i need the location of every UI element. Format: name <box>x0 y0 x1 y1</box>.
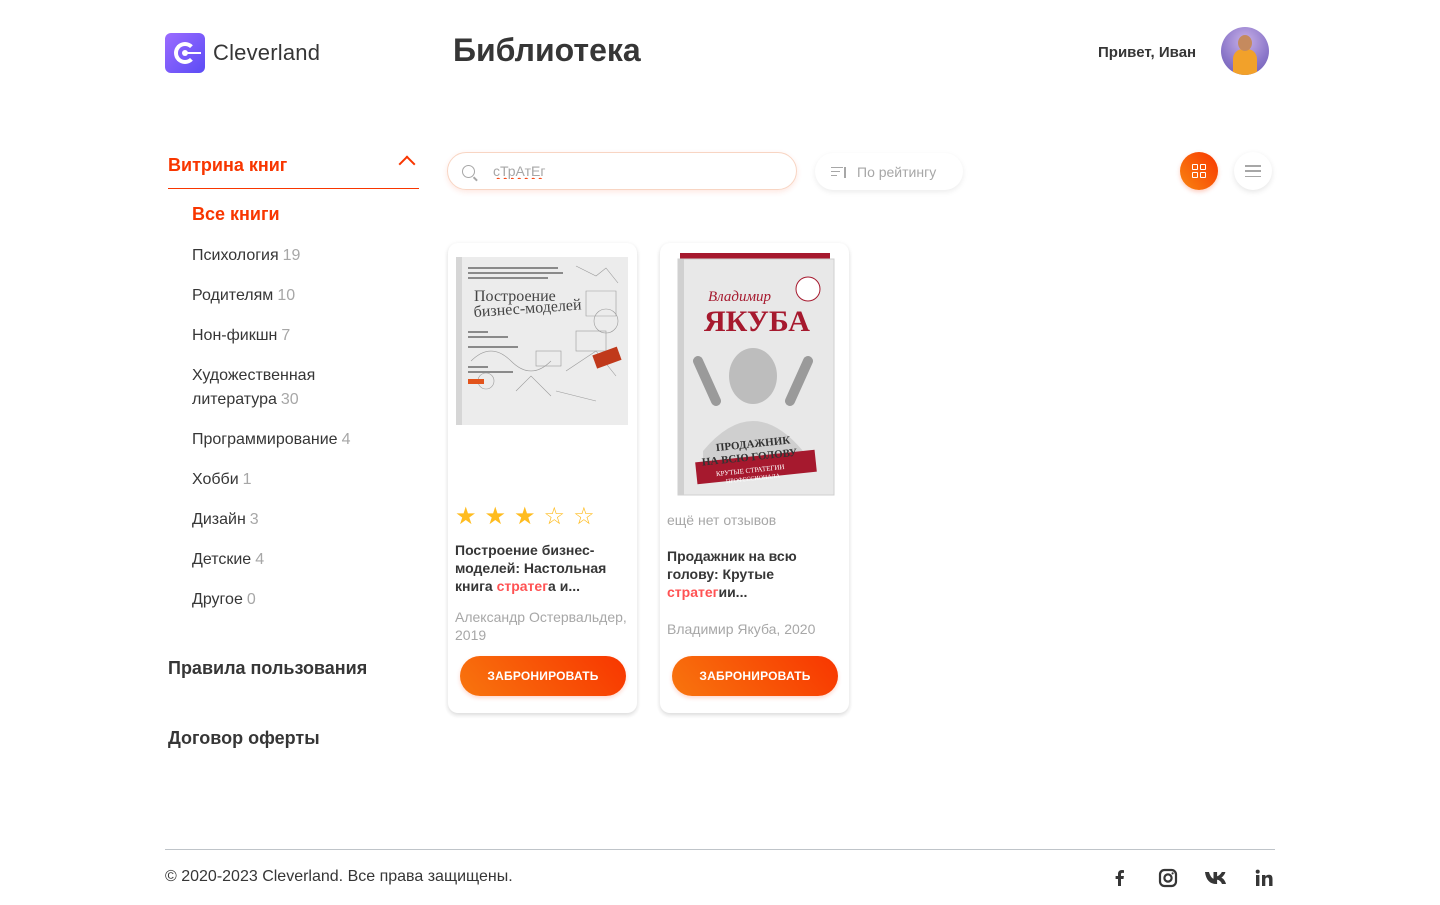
category-count: 0 <box>246 591 256 608</box>
book-button[interactable]: ЗАБРОНИРОВАТЬ <box>672 656 838 696</box>
category-item[interactable]: Хобби 1 <box>192 468 412 492</box>
sort-label: По рейтингу <box>857 163 937 180</box>
search-icon <box>462 164 475 178</box>
star-rating: ★ ★ ★ ☆ ☆ <box>455 505 595 529</box>
category-item[interactable]: Нон-фикшн 7 <box>192 324 412 348</box>
category-count: 30 <box>280 391 299 408</box>
category-item[interactable]: Другое 0 <box>192 588 412 612</box>
category-all-books[interactable]: Все книги <box>192 204 412 244</box>
logo-icon <box>165 33 205 73</box>
category-count: 10 <box>277 287 296 304</box>
category-label: Родителям <box>192 287 274 304</box>
book-card[interactable]: Построение бизнес-моделей ★ ★ ★ ☆ ☆ Построен… <box>448 243 637 713</box>
book-author: Владимир Якуба, 2020 <box>667 621 816 637</box>
category-label: Программирование <box>192 431 338 448</box>
book-card[interactable]: Владимир ЯКУБА ПРОДАЖНИК НА ВСЮ ГОЛОВУ К… <box>660 243 849 713</box>
list-icon <box>1245 165 1261 177</box>
search-bar[interactable] <box>447 152 797 190</box>
page-title: Библиотека <box>453 32 641 68</box>
copyright: © 2020-2023 Cleverland. Все права защище… <box>165 868 513 885</box>
category-item[interactable]: Детские 4 <box>192 548 412 572</box>
user-greeting[interactable]: Привет, Иван <box>1098 44 1196 61</box>
category-label: Нон-фикшн <box>192 327 278 344</box>
sidebar-offer-link[interactable]: Договор оферты <box>168 728 320 749</box>
instagram-icon[interactable] <box>1156 866 1180 890</box>
category-item[interactable]: Программирование 4 <box>192 428 412 452</box>
book-button[interactable]: ЗАБРОНИРОВАТЬ <box>460 656 626 696</box>
category-label: Детские <box>192 551 252 568</box>
category-label: Дизайн <box>192 511 246 528</box>
vk-icon[interactable] <box>1204 866 1228 890</box>
book-author: Александр Остервальдер, 2019 <box>455 609 627 643</box>
sidebar-showcase-toggle[interactable]: Витрина книг <box>168 150 419 189</box>
category-count: 4 <box>341 431 351 448</box>
category-label: Психология <box>192 247 279 264</box>
cover-author: ЯКУБА <box>704 305 810 338</box>
category-count: 1 <box>242 471 252 488</box>
category-count: 4 <box>255 551 265 568</box>
grid-icon <box>1192 164 1206 178</box>
category-list: Все книги Психология 19 Родителям 10 Нон-ф… <box>192 204 412 628</box>
sidebar-showcase-label: Витрина книг <box>168 155 288 175</box>
cover-author: Владимир <box>708 289 772 305</box>
book-title[interactable]: Продажник на всю голову: Крутые стратеги… <box>667 547 842 601</box>
star-filled-icon: ★ <box>455 503 477 530</box>
category-count: 19 <box>282 247 301 264</box>
social-links <box>1108 866 1276 890</box>
logo-text: Cleverland <box>213 40 321 65</box>
sidebar-rules-link[interactable]: Правила пользования <box>168 658 367 679</box>
chevron-up-icon <box>398 155 416 173</box>
category-count: 7 <box>281 327 291 344</box>
category-item[interactable]: Родителям 10 <box>192 284 412 308</box>
category-item[interactable]: Художественная литература 30 <box>192 364 342 412</box>
linkedin-icon[interactable] <box>1252 866 1276 890</box>
grid-view-button[interactable] <box>1180 152 1218 190</box>
search-input[interactable] <box>493 163 773 179</box>
no-reviews-label: ещё нет отзывов <box>667 512 777 528</box>
title-highlight: стратег <box>667 584 719 600</box>
logo[interactable]: Cleverland <box>165 33 320 73</box>
avatar[interactable] <box>1221 27 1269 75</box>
sort-button[interactable]: По рейтингу <box>815 153 963 190</box>
star-filled-icon: ★ <box>514 503 536 530</box>
facebook-icon[interactable] <box>1108 866 1132 890</box>
category-item[interactable]: Психология 19 <box>192 244 412 268</box>
footer-divider <box>165 849 1275 850</box>
category-item[interactable]: Дизайн 3 <box>192 508 412 532</box>
star-empty-icon: ☆ <box>573 503 595 530</box>
star-empty-icon: ☆ <box>543 503 566 530</box>
star-filled-icon: ★ <box>484 503 507 530</box>
category-count: 3 <box>249 511 259 528</box>
category-label: Другое <box>192 591 243 608</box>
book-cover: Построение бизнес-моделей <box>456 257 628 425</box>
book-title[interactable]: Построение бизнес-моделей: Настольная кн… <box>455 541 630 595</box>
list-view-button[interactable] <box>1234 152 1272 190</box>
sort-icon <box>831 166 847 178</box>
book-cover: Владимир ЯКУБА ПРОДАЖНИК НА ВСЮ ГОЛОВУ К… <box>677 253 835 496</box>
title-highlight: стратег <box>496 578 549 594</box>
category-label: Хобби <box>192 471 239 488</box>
